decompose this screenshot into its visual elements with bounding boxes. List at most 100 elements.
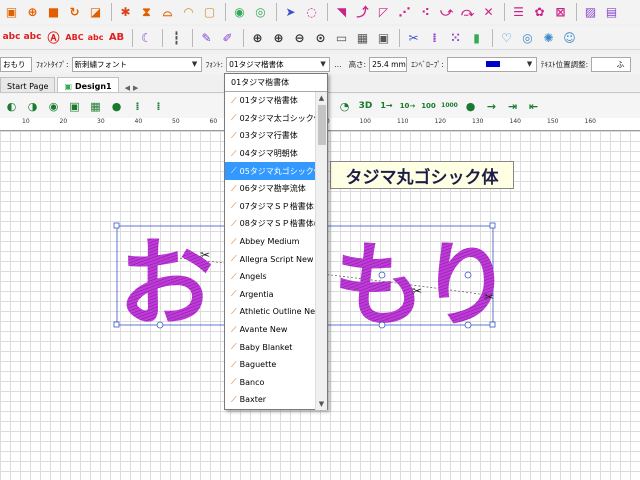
font-type-select[interactable]: 新刺繍フォント ▼ <box>71 56 202 72</box>
chevron-down-icon[interactable]: ▼ <box>524 58 536 71</box>
tab-scroll-left-icon[interactable]: ◀ <box>125 84 130 92</box>
curve-icon[interactable]: ⤴ <box>353 3 372 22</box>
font-option[interactable]: ⟋ 03タジマ行書体 <box>225 127 315 145</box>
clock-green-icon[interactable]: ◔ <box>335 97 354 116</box>
font-option[interactable]: ⟋08タジマＳＰ楷書体(細) <box>225 215 315 233</box>
dots-icon[interactable]: ⁞ <box>128 97 147 116</box>
abc-arc-text-icon[interactable]: abc <box>2 28 21 47</box>
zoom-plus-icon[interactable]: ⊕ <box>269 28 288 47</box>
font-select[interactable]: 01タジマ楷書体 ▼ <box>226 56 331 72</box>
step100-icon[interactable]: 100 <box>419 97 438 116</box>
add-point-icon[interactable]: ⁖ <box>416 3 435 22</box>
scroll-thumb[interactable] <box>318 105 326 145</box>
split-icon[interactable]: ✕ <box>479 3 498 22</box>
dots2-icon[interactable]: ⁞ <box>149 97 168 116</box>
align-icon[interactable]: ⌓ <box>158 3 177 22</box>
node-icon[interactable]: ◥ <box>332 3 351 22</box>
ruler-icon[interactable]: ┇ <box>167 28 186 47</box>
height-input[interactable]: 25.4 mm <box>369 56 408 72</box>
cross-stitch-icon[interactable]: ⊠ <box>551 3 570 22</box>
text-input[interactable]: おもり <box>0 56 32 72</box>
font-option[interactable]: ⟋ 02タジマ太ゴシック体 <box>225 110 315 128</box>
lasso-icon[interactable]: ◌ <box>302 3 321 22</box>
abc-bold-icon[interactable]: ABC <box>65 28 84 47</box>
hat-icon[interactable]: ◠ <box>179 3 198 22</box>
delete-point-icon[interactable]: ⤼ <box>458 3 477 22</box>
star-icon[interactable]: ✱ <box>116 3 135 22</box>
traffic-light-icon[interactable]: ▮ <box>467 28 486 47</box>
font-option[interactable]: ⟋ Argentia <box>225 286 315 304</box>
font-option[interactable]: ⟋ 01タジマ楷書体 <box>225 92 315 110</box>
color-icon[interactable]: ◪ <box>86 3 105 22</box>
3d-icon[interactable]: 3D <box>356 97 375 116</box>
font-option[interactable]: ⟋ Abbey Medium <box>225 233 315 251</box>
target-icon[interactable]: ◎ <box>518 28 537 47</box>
text-position-input[interactable]: ふ <box>591 56 632 72</box>
step10-icon[interactable]: 10→ <box>398 97 417 116</box>
spiral-icon[interactable]: ◉ <box>230 3 249 22</box>
frame-icon[interactable]: ▢ <box>200 3 219 22</box>
envelope-select[interactable]: ▼ <box>446 56 537 72</box>
monitor-icon[interactable]: ▭ <box>332 28 351 47</box>
font-option[interactable]: ⟋ Avante New <box>225 321 315 339</box>
step1-icon[interactable]: 1→ <box>377 97 396 116</box>
grid-green-icon[interactable]: ▦ <box>86 97 105 116</box>
chevron-down-icon[interactable]: ▼ <box>189 58 201 71</box>
view-stitch-icon[interactable]: ◐ <box>2 97 21 116</box>
alphabet-text-icon[interactable]: Ⓐ <box>44 28 63 47</box>
font-option[interactable]: ⟋ 05タジマ丸ゴシック体 <box>225 162 315 180</box>
step1000-icon[interactable]: 1000 <box>440 97 459 116</box>
point-icon[interactable]: ⋰ <box>395 3 414 22</box>
stitch-icon[interactable]: ☰ <box>509 3 528 22</box>
color-change-icon[interactable]: ⇥ <box>503 97 522 116</box>
font-option[interactable]: ⟋ Angels <box>225 268 315 286</box>
embroidery-char-o[interactable]: お <box>118 228 214 340</box>
color-dots-icon[interactable]: ⁙ <box>446 28 465 47</box>
grid-monitor-icon[interactable]: ▦ <box>353 28 372 47</box>
magic-wand-icon[interactable]: ✐ <box>218 28 237 47</box>
rotate-icon[interactable]: ↻ <box>65 3 84 22</box>
zoom-out-icon[interactable]: ⊖ <box>290 28 309 47</box>
tab-design1[interactable]: ▣ Design1 <box>57 77 119 92</box>
font-option[interactable]: ⟋ Allegra Script New <box>225 250 315 268</box>
stop-icon[interactable]: ● <box>461 97 480 116</box>
screen-icon[interactable]: ▣ <box>374 28 393 47</box>
needle-icon[interactable]: ⁞ <box>425 28 444 47</box>
font-dots-button[interactable]: … <box>334 60 342 69</box>
stamp-icon[interactable]: ■ <box>44 3 63 22</box>
abc-circle-text-icon[interactable]: abc <box>23 28 42 47</box>
font-option[interactable]: ⟋ 04タジマ明朝体 <box>225 145 315 163</box>
zoom-fit-icon[interactable]: ⊙ <box>311 28 330 47</box>
bullet-icon[interactable]: ● <box>107 97 126 116</box>
picture-icon[interactable]: ▤ <box>602 3 621 22</box>
font-option[interactable]: ⟋ Baguette <box>225 356 315 374</box>
tab-scroll-right-icon[interactable]: ▶ <box>133 84 138 92</box>
scroll-up-icon[interactable]: ▲ <box>316 92 327 104</box>
font-option[interactable]: ⟋ 06タジマ勘亭流体 <box>225 180 315 198</box>
font-option[interactable]: ⟋ 07タジマＳＰ楷書体 <box>225 198 315 216</box>
join-icon[interactable]: ⤻ <box>437 3 456 22</box>
font-option[interactable]: ⟋ Baby Blanket <box>225 338 315 356</box>
copy-icon[interactable]: ◎ <box>251 3 270 22</box>
font-option[interactable]: ⟋ Athletic Outline New <box>225 303 315 321</box>
motif-icon[interactable]: ✿ <box>530 3 549 22</box>
abc-box-icon[interactable]: abc <box>86 28 105 47</box>
dropdown-scrollbar[interactable]: ▲ ▼ <box>315 92 327 410</box>
corner-icon[interactable]: ◸ <box>374 3 393 22</box>
heart-icon[interactable]: ♡ <box>497 28 516 47</box>
eye-icon[interactable]: ◉ <box>44 97 63 116</box>
center-icon[interactable]: ⧗ <box>137 3 156 22</box>
font-dropdown-list[interactable]: 01タジマ楷書体 ⟋ 01タジマ楷書体 ⟋ 02タジマ太ゴシック体 ⟋ 03タジマ行書体 ⟋… <box>224 73 328 410</box>
scissors-icon[interactable]: ✂ <box>404 28 423 47</box>
brush-icon[interactable]: ✎ <box>197 28 216 47</box>
gear-icon[interactable]: ✺ <box>539 28 558 47</box>
ab-monogram-icon[interactable]: AB <box>107 28 126 47</box>
chevron-down-icon[interactable]: ▼ <box>317 58 329 71</box>
monitor-green-icon[interactable]: ▣ <box>65 97 84 116</box>
zoom-in-icon[interactable]: ⊕ <box>248 28 267 47</box>
face-icon[interactable]: ☺ <box>560 28 579 47</box>
c-symbol-icon[interactable]: ☾ <box>137 28 156 47</box>
view-3d-icon[interactable]: ◑ <box>23 97 42 116</box>
end-icon[interactable]: ⇤ <box>524 97 543 116</box>
select-arrow-icon[interactable]: ➤ <box>281 3 300 22</box>
